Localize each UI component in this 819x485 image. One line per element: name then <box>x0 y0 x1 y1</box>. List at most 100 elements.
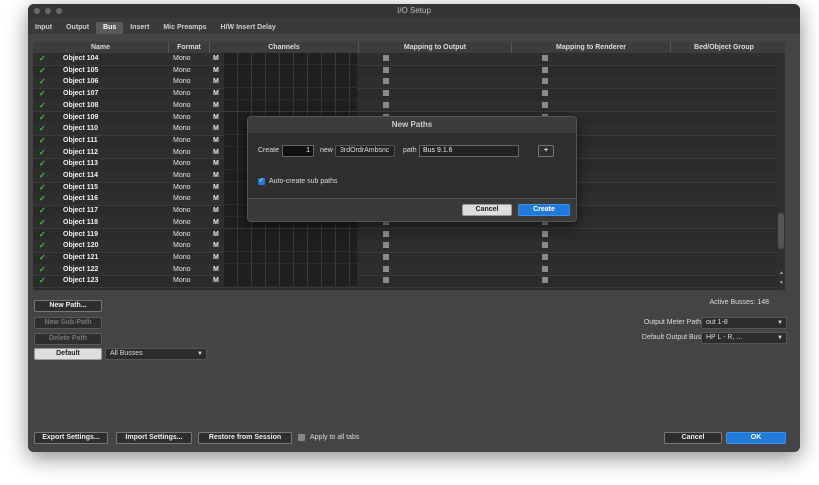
mono-indicator[interactable]: M <box>213 147 219 158</box>
active-check-icon[interactable]: ✓ <box>39 240 46 251</box>
active-check-icon[interactable]: ✓ <box>39 53 46 64</box>
mono-indicator[interactable]: M <box>213 135 219 146</box>
channel-grid[interactable] <box>224 240 357 252</box>
header-mapping-output[interactable]: Mapping to Output <box>359 42 512 53</box>
active-check-icon[interactable]: ✓ <box>39 193 46 204</box>
mono-indicator[interactable]: M <box>213 240 219 251</box>
renderer-mapping-cell[interactable] <box>542 230 548 237</box>
zoom-window-button[interactable] <box>56 8 62 14</box>
bus-name[interactable]: Object 108 <box>63 100 98 111</box>
output-meter-path-select[interactable]: out 1-8 ▼ <box>701 317 787 329</box>
tab-h-w-insert-delay[interactable]: H/W Insert Delay <box>214 22 283 34</box>
auto-create-checkbox[interactable]: ✓ <box>258 178 265 185</box>
mono-indicator[interactable]: M <box>213 193 219 204</box>
tab-output[interactable]: Output <box>59 22 96 34</box>
active-check-icon[interactable]: ✓ <box>39 88 46 99</box>
bus-name[interactable]: Object 107 <box>63 88 98 99</box>
renderer-mapping-cell[interactable] <box>542 242 548 249</box>
output-mapping-cell[interactable] <box>383 55 389 61</box>
active-check-icon[interactable]: ✓ <box>39 76 46 87</box>
bus-name[interactable]: Object 120 <box>63 240 98 251</box>
tab-bus[interactable]: Bus <box>96 22 124 34</box>
active-check-icon[interactable]: ✓ <box>39 65 46 76</box>
channel-grid[interactable] <box>224 99 357 111</box>
output-mapping-cell[interactable] <box>383 66 389 73</box>
channel-grid[interactable] <box>224 53 357 64</box>
header-name[interactable]: Name <box>33 42 169 53</box>
channel-grid[interactable] <box>224 275 357 287</box>
bus-name[interactable]: Object 113 <box>63 158 98 169</box>
bus-name[interactable]: Object 110 <box>63 123 98 134</box>
mono-indicator[interactable]: M <box>213 88 219 99</box>
scrollbar-thumb[interactable] <box>778 213 784 249</box>
bus-name[interactable]: Object 119 <box>63 229 98 240</box>
table-row[interactable]: ✓ Object 123 Mono M <box>33 275 785 288</box>
restore-from-session-button[interactable]: Restore from Session <box>198 432 292 444</box>
mono-indicator[interactable]: M <box>213 182 219 193</box>
active-check-icon[interactable]: ✓ <box>39 205 46 216</box>
mono-indicator[interactable]: M <box>213 53 219 64</box>
channel-grid[interactable] <box>224 64 357 76</box>
bus-name[interactable]: Object 112 <box>63 147 98 158</box>
add-path-button[interactable]: + <box>538 145 554 157</box>
channel-grid[interactable] <box>224 76 357 88</box>
output-mapping-cell[interactable] <box>383 101 389 108</box>
new-path-button[interactable]: New Path... <box>34 300 102 312</box>
mono-indicator[interactable]: M <box>213 205 219 216</box>
active-check-icon[interactable]: ✓ <box>39 112 46 123</box>
bus-name[interactable]: Object 122 <box>63 264 98 275</box>
tab-input[interactable]: Input <box>28 22 59 34</box>
mono-indicator[interactable]: M <box>213 229 219 240</box>
apply-to-all-tabs-checkbox[interactable] <box>298 434 305 441</box>
mono-indicator[interactable]: M <box>213 158 219 169</box>
output-mapping-cell[interactable] <box>383 78 389 85</box>
scroll-up-icon[interactable]: ▲ <box>779 270 784 276</box>
header-channels[interactable]: Channels <box>210 42 359 53</box>
delete-path-button[interactable]: Delete Path <box>34 333 102 345</box>
output-mapping-cell[interactable] <box>383 242 389 249</box>
header-format[interactable]: Format <box>169 42 210 53</box>
minimize-window-button[interactable] <box>45 8 51 14</box>
output-mapping-cell[interactable] <box>383 277 389 284</box>
path-format-select[interactable]: 3rdOrdrAmbsnc <box>335 145 395 157</box>
table-scrollbar[interactable]: ▲ ▼ <box>777 53 785 290</box>
active-check-icon[interactable]: ✓ <box>39 182 46 193</box>
mono-indicator[interactable]: M <box>213 275 219 286</box>
path-name-field[interactable]: Bus 9.1.6 <box>419 145 519 157</box>
default-output-bus-select[interactable]: HP L - R, ... ▼ <box>701 332 787 344</box>
tab-mic-preamps[interactable]: Mic Preamps <box>156 22 213 34</box>
active-check-icon[interactable]: ✓ <box>39 100 46 111</box>
active-check-icon[interactable]: ✓ <box>39 252 46 263</box>
bus-name[interactable]: Object 121 <box>63 252 98 263</box>
ok-button[interactable]: OK <box>726 432 786 444</box>
active-check-icon[interactable]: ✓ <box>39 147 46 158</box>
renderer-mapping-cell[interactable] <box>542 277 548 284</box>
channel-grid[interactable] <box>224 228 357 240</box>
bus-name[interactable]: Object 105 <box>63 65 98 76</box>
renderer-mapping-cell[interactable] <box>542 101 548 108</box>
channel-grid[interactable] <box>224 263 357 275</box>
active-check-icon[interactable]: ✓ <box>39 135 46 146</box>
active-check-icon[interactable]: ✓ <box>39 158 46 169</box>
channel-grid[interactable] <box>224 88 357 100</box>
cancel-button[interactable]: Cancel <box>664 432 722 444</box>
new-sub-path-button[interactable]: New Sub-Path <box>34 317 102 329</box>
header-bed-object-group[interactable]: Bed/Object Group <box>671 42 777 53</box>
output-mapping-cell[interactable] <box>383 90 389 97</box>
channel-grid[interactable] <box>224 251 357 263</box>
mono-indicator[interactable]: M <box>213 100 219 111</box>
bus-name[interactable]: Object 115 <box>63 182 98 193</box>
export-settings-button[interactable]: Export Settings... <box>34 432 108 444</box>
bus-filter-select[interactable]: All Busses ▼ <box>105 348 207 360</box>
bus-name[interactable]: Object 118 <box>63 217 98 228</box>
output-mapping-cell[interactable] <box>383 265 389 272</box>
renderer-mapping-cell[interactable] <box>542 55 548 61</box>
path-count-field[interactable]: 1 <box>282 145 314 157</box>
output-mapping-cell[interactable] <box>383 253 389 260</box>
bus-name[interactable]: Object 123 <box>63 275 98 286</box>
bus-name[interactable]: Object 109 <box>63 112 98 123</box>
dialog-create-button[interactable]: Create <box>518 204 570 216</box>
bus-name[interactable]: Object 111 <box>63 135 98 146</box>
renderer-mapping-cell[interactable] <box>542 90 548 97</box>
bus-name[interactable]: Object 104 <box>63 53 98 64</box>
